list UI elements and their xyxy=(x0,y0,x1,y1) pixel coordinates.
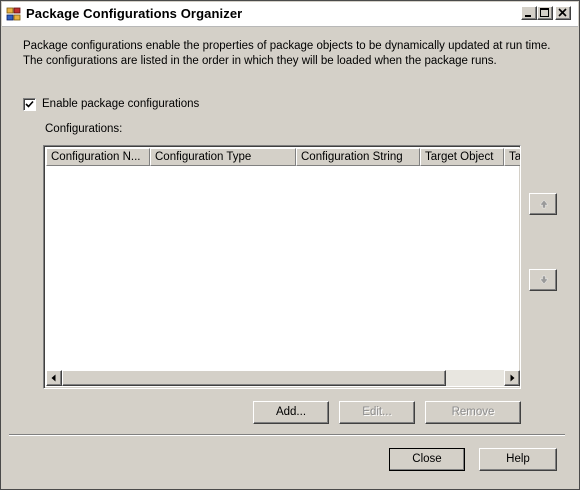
configurations-list[interactable]: Configuration N... Configuration Type Co… xyxy=(43,145,521,389)
close-icon xyxy=(558,8,567,17)
scroll-right-button[interactable] xyxy=(504,370,520,386)
move-down-button[interactable] xyxy=(529,269,557,291)
remove-button[interactable]: Remove xyxy=(425,401,521,424)
close-window-button[interactable] xyxy=(555,6,571,20)
title-bar[interactable]: Package Configurations Organizer xyxy=(2,2,578,27)
app-icon xyxy=(6,6,22,22)
arrow-right-icon xyxy=(510,374,515,382)
column-header-configuration-name[interactable]: Configuration N... xyxy=(46,148,150,166)
dialog-window: Package Configurations Organizer Package… xyxy=(0,0,580,490)
horizontal-scrollbar[interactable] xyxy=(46,370,520,386)
list-header: Configuration N... Configuration Type Co… xyxy=(46,148,520,166)
checkmark-icon xyxy=(25,100,34,108)
separator xyxy=(9,434,565,436)
minimize-icon xyxy=(525,15,531,17)
close-button[interactable]: Close xyxy=(389,448,465,471)
column-header-target-object[interactable]: Target Object xyxy=(420,148,504,166)
configurations-label: Configurations: xyxy=(45,123,123,135)
arrow-up-icon xyxy=(539,199,549,209)
description-line-2: The configurations are listed in the ord… xyxy=(23,55,497,67)
enable-configurations-checkbox[interactable] xyxy=(23,98,36,111)
column-header-target-property[interactable]: Ta xyxy=(504,148,520,166)
column-header-configuration-type[interactable]: Configuration Type xyxy=(150,148,296,166)
scrollbar-thumb[interactable] xyxy=(62,370,446,386)
description: Package configurations enable the proper… xyxy=(23,39,563,69)
edit-button[interactable]: Edit... xyxy=(339,401,415,424)
minimize-button[interactable] xyxy=(521,6,537,20)
description-line-1: Package configurations enable the proper… xyxy=(23,40,551,52)
column-header-configuration-string[interactable]: Configuration String xyxy=(296,148,420,166)
move-up-button[interactable] xyxy=(529,193,557,215)
maximize-button[interactable] xyxy=(537,6,553,20)
enable-configurations-label[interactable]: Enable package configurations xyxy=(42,98,199,110)
scroll-left-button[interactable] xyxy=(46,370,62,386)
help-button[interactable]: Help xyxy=(479,448,557,471)
maximize-icon xyxy=(540,8,549,17)
window-title: Package Configurations Organizer xyxy=(26,6,243,21)
arrow-down-icon xyxy=(539,275,549,285)
arrow-left-icon xyxy=(51,374,56,382)
add-button[interactable]: Add... xyxy=(253,401,329,424)
